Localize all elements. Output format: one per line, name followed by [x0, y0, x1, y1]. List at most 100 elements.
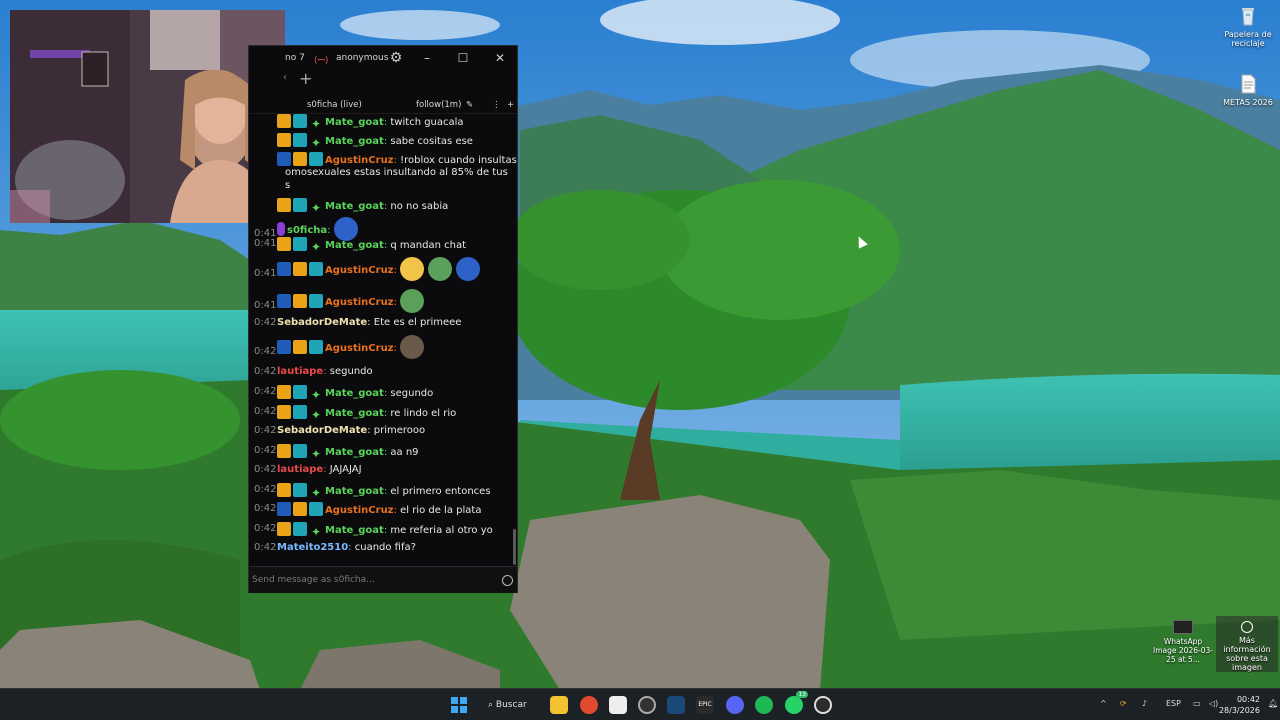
- vip-badge-icon[interactable]: ✦: [309, 525, 323, 539]
- update-icon[interactable]: ⟳: [1120, 699, 1127, 708]
- scrollbar-thumb[interactable]: [513, 529, 516, 565]
- minimize-button[interactable]: –: [419, 50, 435, 66]
- crown-badge-icon[interactable]: [277, 483, 291, 497]
- sub-badge-icon[interactable]: [293, 133, 307, 147]
- sub-badge-icon[interactable]: [293, 385, 307, 399]
- chat-username[interactable]: AgustinCruz: [325, 297, 394, 308]
- sub-badge-icon[interactable]: [293, 405, 307, 419]
- chat-username[interactable]: SebadorDeMate: [277, 317, 367, 328]
- chat-emote-icon[interactable]: [428, 257, 453, 281]
- chat-window[interactable]: no 7 (ꟷ) anonymous ⚙ – ☐ ✕ ‹ + s0ficha (…: [248, 45, 518, 593]
- chat-username[interactable]: Mateito2510: [277, 542, 348, 553]
- windows-start-icon[interactable]: [450, 696, 468, 714]
- chat-username[interactable]: Mate_goat: [325, 117, 384, 128]
- chat-message-list[interactable]: ✦ Mate_goat: twitch guacala ✦ Mate_goat: sa…: [249, 114, 517, 566]
- discord-icon[interactable]: [726, 696, 744, 714]
- tab-scroll-arrow-icon[interactable]: ‹: [283, 72, 287, 83]
- network-icon[interactable]: ▭: [1193, 699, 1201, 708]
- chat-username[interactable]: Mate_goat: [325, 240, 384, 251]
- emoji-picker-icon[interactable]: [502, 575, 513, 586]
- chat-username[interactable]: Mate_goat: [325, 525, 384, 536]
- chat-username[interactable]: AgustinCruz: [325, 343, 394, 354]
- mod-badge-icon[interactable]: [277, 340, 291, 354]
- chat-message-input[interactable]: [252, 572, 492, 588]
- sub-badge-icon[interactable]: [309, 294, 323, 308]
- chat-mode-label[interactable]: follow(1m): [416, 100, 461, 110]
- whatsapp-icon[interactable]: 13: [785, 691, 808, 714]
- vip-badge-icon[interactable]: ✦: [309, 201, 323, 215]
- sub-badge-icon[interactable]: [309, 502, 323, 516]
- mod-badge-icon[interactable]: [277, 502, 291, 516]
- chat-username[interactable]: Mate_goat: [325, 447, 384, 458]
- chat-username[interactable]: SebadorDeMate: [277, 425, 367, 436]
- chat-username[interactable]: lautiape: [277, 366, 323, 377]
- crown-badge-icon[interactable]: [277, 405, 291, 419]
- show-hidden-icons-chevron-icon[interactable]: ^: [1100, 699, 1107, 708]
- desktop-icon-metas[interactable]: METAS 2026: [1218, 73, 1278, 107]
- channel-name[interactable]: s0ficha (live): [307, 100, 362, 110]
- chat-username[interactable]: Mate_goat: [325, 201, 384, 212]
- crown-badge-icon[interactable]: [277, 133, 291, 147]
- mod-badge-icon[interactable]: [277, 262, 291, 276]
- vip-badge-icon[interactable]: ✦: [309, 240, 323, 254]
- chat-emote-icon[interactable]: [456, 257, 481, 281]
- chat-username[interactable]: lautiape: [277, 464, 323, 475]
- crown-badge-icon[interactable]: [293, 340, 307, 354]
- chat-username[interactable]: AgustinCruz: [325, 155, 394, 166]
- taskbar-search-button[interactable]: ⌕ Buscar: [480, 695, 535, 715]
- add-tab-button[interactable]: +: [299, 70, 312, 88]
- desktop-icon-whatsapp-image[interactable]: WhatsApp Image 2026-03-25 at 5...: [1152, 620, 1214, 664]
- crown-badge-icon[interactable]: [277, 114, 291, 128]
- capcut-icon[interactable]: [609, 696, 627, 714]
- vip-badge-icon[interactable]: ✦: [309, 388, 323, 402]
- chat-username[interactable]: Mate_goat: [325, 388, 384, 399]
- language-indicator[interactable]: ESP: [1166, 699, 1181, 708]
- sub-badge-icon[interactable]: [293, 114, 307, 128]
- crown-badge-icon[interactable]: [277, 198, 291, 212]
- account-name[interactable]: anonymous: [336, 53, 388, 63]
- crown-badge-icon[interactable]: [277, 237, 291, 251]
- chatterino-icon[interactable]: [814, 696, 832, 714]
- sub-badge-icon[interactable]: [293, 522, 307, 536]
- vip-badge-icon[interactable]: ✦: [309, 486, 323, 500]
- add-split-icon[interactable]: +: [507, 100, 514, 110]
- sub-badge-icon[interactable]: [309, 152, 323, 166]
- spotify-icon[interactable]: [755, 696, 773, 714]
- sub-badge-icon[interactable]: [309, 262, 323, 276]
- crown-badge-icon[interactable]: [277, 444, 291, 458]
- steam-icon[interactable]: [667, 696, 685, 714]
- chat-emote-icon[interactable]: [400, 257, 425, 281]
- chat-emote-icon[interactable]: [400, 335, 425, 359]
- obs-icon[interactable]: [638, 696, 656, 714]
- mod-badge-icon[interactable]: [277, 294, 291, 308]
- crown-badge-icon[interactable]: [293, 262, 307, 276]
- crown-badge-icon[interactable]: [277, 385, 291, 399]
- chrome-icon[interactable]: [580, 696, 598, 714]
- chat-username[interactable]: s0ficha: [287, 225, 327, 236]
- chat-username[interactable]: AgustinCruz: [325, 505, 394, 516]
- mic-badge-icon[interactable]: [277, 222, 285, 236]
- chat-username[interactable]: AgustinCruz: [325, 265, 394, 276]
- close-button[interactable]: ✕: [492, 50, 508, 66]
- chat-username[interactable]: Mate_goat: [325, 408, 384, 419]
- tab-label[interactable]: no 7: [285, 53, 305, 63]
- image-info-widget[interactable]: Más información sobre esta imagen: [1216, 616, 1278, 672]
- file-explorer-icon[interactable]: [550, 696, 568, 714]
- volume-icon[interactable]: ◁): [1209, 699, 1218, 708]
- maximize-button[interactable]: ☐: [455, 50, 471, 66]
- more-options-icon[interactable]: ⋮: [492, 100, 501, 110]
- sub-badge-icon[interactable]: [293, 483, 307, 497]
- crown-badge-icon[interactable]: [277, 522, 291, 536]
- chat-username[interactable]: Mate_goat: [325, 486, 384, 497]
- sub-badge-icon[interactable]: [293, 444, 307, 458]
- microphone-icon[interactable]: ♪: [1142, 699, 1147, 708]
- vip-badge-icon[interactable]: ✦: [309, 136, 323, 150]
- epic-games-icon[interactable]: EPIC: [696, 696, 714, 714]
- vip-badge-icon[interactable]: ✦: [309, 408, 323, 422]
- sub-badge-icon[interactable]: [293, 198, 307, 212]
- crown-badge-icon[interactable]: [293, 152, 307, 166]
- vip-badge-icon[interactable]: ✦: [309, 117, 323, 131]
- window-titlebar[interactable]: no 7 (ꟷ) anonymous ⚙ – ☐ ✕: [249, 46, 517, 70]
- crown-badge-icon[interactable]: [293, 502, 307, 516]
- moderation-pencil-icon[interactable]: ✎: [466, 100, 473, 110]
